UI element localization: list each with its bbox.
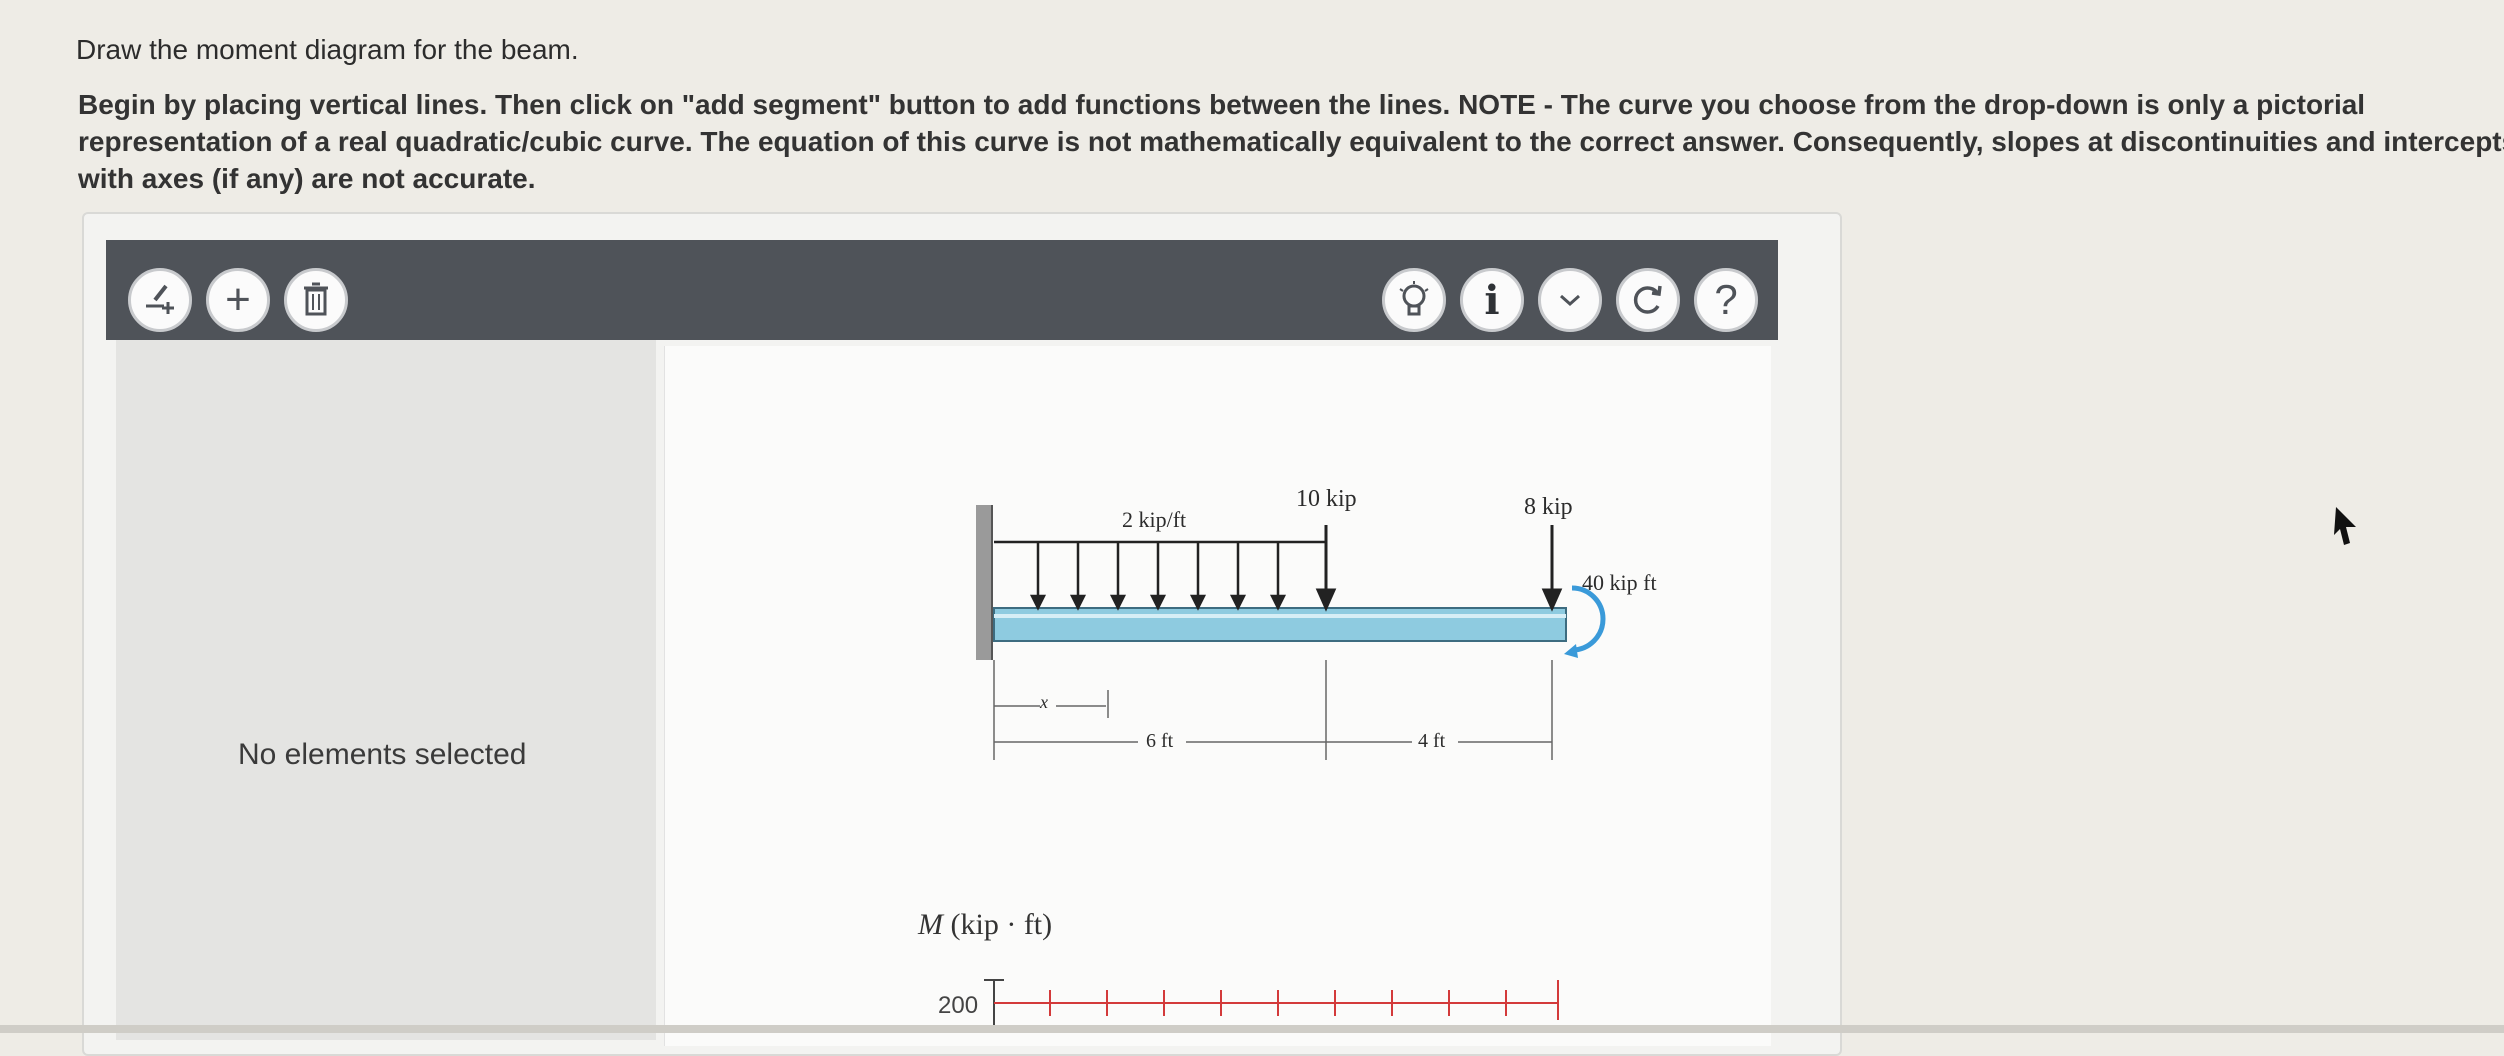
point-load-10kip-label: 10 kip	[1296, 486, 1357, 512]
dimension-lines	[993, 660, 1553, 760]
beam	[993, 607, 1567, 642]
y-tick-label-top: 200	[938, 992, 979, 1019]
mouse-cursor-icon	[2334, 507, 2356, 545]
distributed-load-label: 2 kip/ft	[1122, 507, 1187, 532]
moment-label: 40 kip ft	[1582, 570, 1657, 595]
moment-axis-variable: M	[918, 908, 943, 941]
point-load-8kip-label: 8 kip	[1524, 494, 1573, 520]
distributed-load-arrows	[994, 540, 1326, 611]
moment-arrow	[1564, 585, 1606, 658]
point-load-8kip-arrow	[1541, 525, 1563, 612]
moment-axis-units: (kip · ft)	[950, 908, 1053, 941]
point-load-10kip-arrow	[1315, 525, 1337, 612]
fixed-wall	[976, 505, 992, 660]
moment-axis-title: M (kip · ft)	[918, 908, 1052, 942]
screen-bottom-edge	[0, 1025, 2504, 1033]
dimension-6ft-label: 6 ft	[1146, 730, 1174, 752]
dimension-4ft-label: 4 ft	[1418, 730, 1446, 752]
dimension-x-label: x	[1040, 692, 1048, 712]
beam-figure	[976, 505, 1606, 1033]
